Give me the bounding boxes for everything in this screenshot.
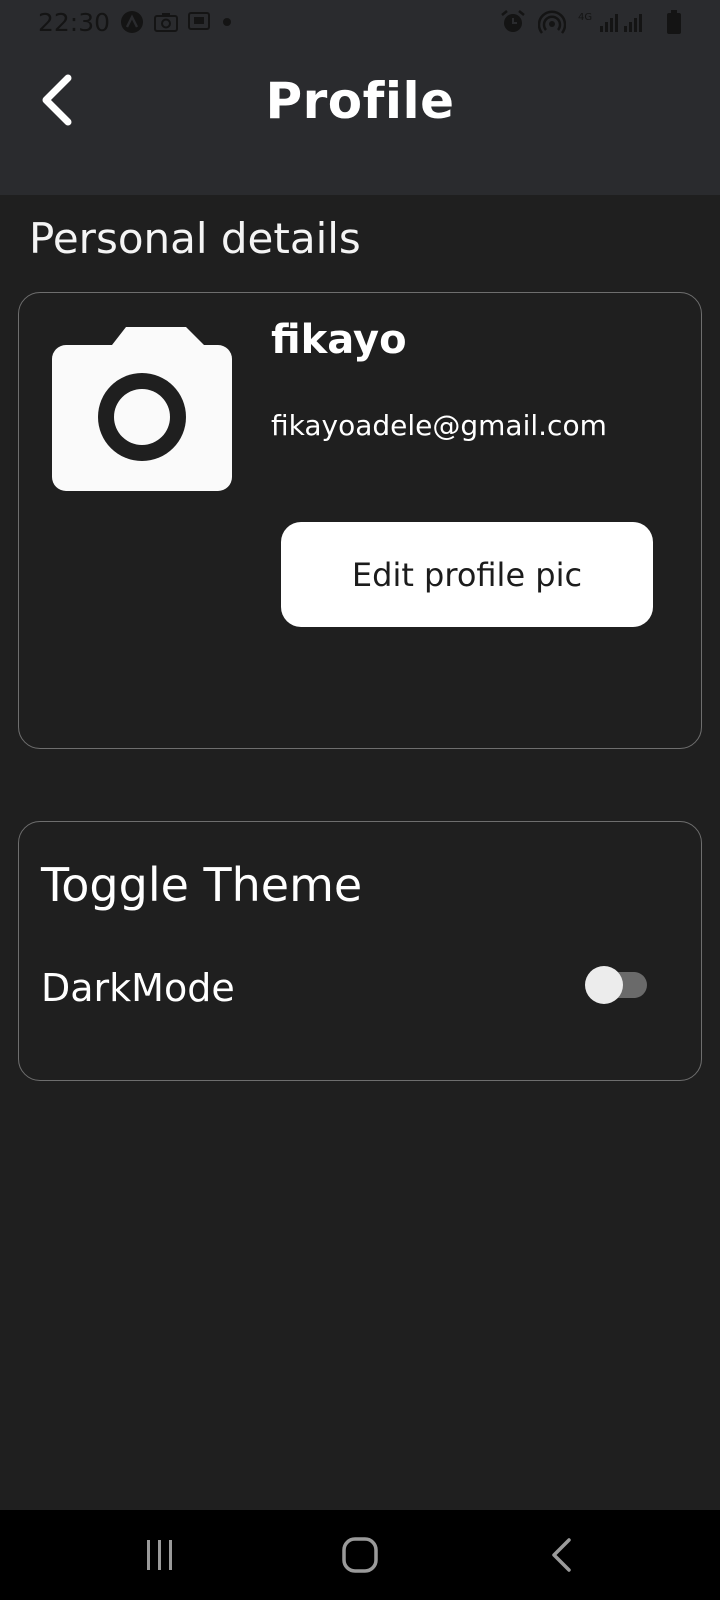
edit-profile-pic-button[interactable]: Edit profile pic [281,522,653,627]
app-notification-icon [120,10,144,34]
status-right: 4G [500,9,682,35]
personal-details-heading: Personal details [29,214,361,263]
recent-apps-icon [147,1540,172,1570]
avatar[interactable] [52,327,232,493]
recent-apps-button[interactable] [130,1532,190,1578]
more-notifications-dot-icon [220,15,234,29]
network-type-label: 4G [578,12,592,23]
profile-screen: 22:30 4G Profile Personal details fikayo… [0,0,720,1600]
screenshot-notification-icon [188,12,211,32]
signal-icon: 4G [578,10,654,34]
user-name: fikayo [271,317,407,363]
dark-mode-toggle[interactable] [585,964,651,1006]
alarm-icon [500,9,526,35]
dark-mode-label: DarkMode [41,966,235,1010]
status-bar: 22:30 4G [0,0,720,44]
profile-card: fikayo fikayoadele@gmail.com Edit profil… [18,292,702,749]
back-icon [552,1538,571,1572]
toggle-theme-heading: Toggle Theme [41,858,363,912]
app-bar: Profile [0,44,720,195]
battery-icon [666,9,682,35]
home-button[interactable] [330,1532,390,1578]
theme-card: Toggle Theme DarkMode [18,821,702,1081]
camera-icon [52,327,232,491]
nav-back-button[interactable] [532,1532,592,1578]
hotspot-icon [538,9,566,35]
status-time: 22:30 [38,7,111,37]
camera-notification-icon [154,12,179,32]
toggle-thumb [585,966,623,1004]
status-left: 22:30 [38,8,234,37]
system-nav-bar [0,1510,720,1600]
page-title: Profile [265,72,455,130]
user-email: fikayoadele@gmail.com [271,409,607,442]
home-icon [342,1537,378,1573]
